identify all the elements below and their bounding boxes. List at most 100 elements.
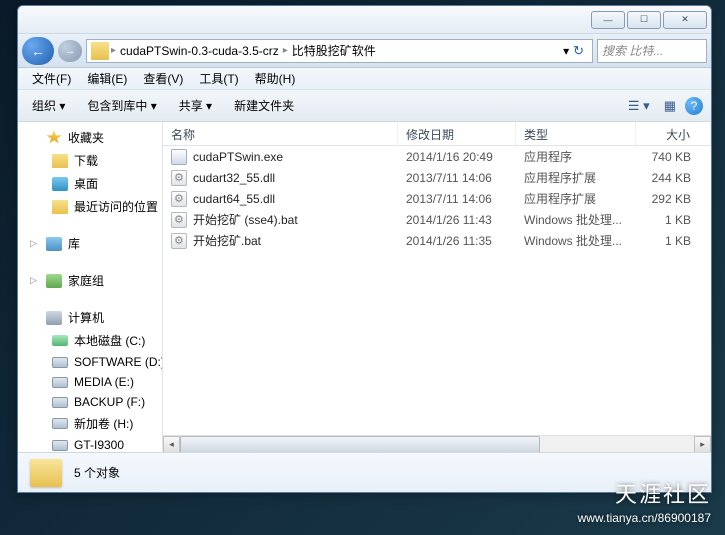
desktop-icon (52, 177, 68, 191)
file-type: 应用程序 (516, 148, 636, 165)
titlebar: — ☐ ✕ (18, 6, 711, 34)
file-row[interactable]: cudart64_55.dll 2013/7/11 14:06 应用程序扩展 2… (163, 188, 711, 209)
horizontal-scrollbar[interactable]: ◂ ▸ (163, 435, 711, 452)
menu-view[interactable]: 查看(V) (135, 68, 191, 89)
menu-help[interactable]: 帮助(H) (247, 68, 304, 89)
library-icon (46, 237, 62, 251)
sidebar-desktop[interactable]: 桌面 (18, 172, 162, 195)
sidebar-label: 桌面 (74, 175, 98, 192)
sidebar-label: GT-I9300 (74, 438, 124, 452)
file-date: 2013/7/11 14:06 (398, 192, 516, 206)
sidebar-label: 计算机 (68, 309, 104, 326)
homegroup-icon (46, 274, 62, 288)
navbar: ← → ▸ cudaPTSwin-0.3-cuda-3.5-crz ▸ 比特股挖… (18, 34, 711, 68)
file-size: 740 KB (636, 150, 711, 164)
breadcrumb-seg-1[interactable]: cudaPTSwin-0.3-cuda-3.5-crz (118, 44, 281, 58)
toolbar-right: ☰ ▾ ▦ ? (623, 96, 703, 116)
breadcrumb-seg-2[interactable]: 比特股挖矿软件 (290, 42, 378, 59)
breadcrumb[interactable]: ▸ cudaPTSwin-0.3-cuda-3.5-crz ▸ 比特股挖矿软件 … (86, 39, 593, 63)
drive-icon (52, 397, 68, 408)
include-library-button[interactable]: 包含到库中 ▾ (81, 94, 162, 117)
watermark: 天涯社区 www.tianya.cn/86900187 (578, 477, 711, 525)
drive-icon (52, 377, 68, 388)
file-pane: 名称 修改日期 类型 大小 cudaPTSwin.exe 2014/1/16 2… (163, 122, 711, 452)
file-name: cudart64_55.dll (193, 192, 275, 206)
menu-edit[interactable]: 编辑(E) (79, 68, 135, 89)
file-row[interactable]: cudart32_55.dll 2013/7/11 14:06 应用程序扩展 2… (163, 167, 711, 188)
scroll-left-button[interactable]: ◂ (163, 436, 180, 453)
file-list: cudaPTSwin.exe 2014/1/16 20:49 应用程序 740 … (163, 146, 711, 435)
sidebar-computer[interactable]: 计算机 (18, 306, 162, 329)
sidebar-libraries[interactable]: ▷ 库 (18, 232, 162, 255)
sidebar-recent[interactable]: 最近访问的位置 (18, 195, 162, 218)
file-type: Windows 批处理... (516, 211, 636, 228)
expand-icon: ▷ (30, 275, 40, 286)
maximize-button[interactable]: ☐ (627, 11, 661, 29)
file-name: 开始挖矿.bat (193, 232, 261, 249)
watermark-title: 天涯社区 (578, 477, 711, 509)
drive-icon (52, 335, 68, 346)
dll-icon (171, 191, 187, 207)
menu-file[interactable]: 文件(F) (24, 68, 79, 89)
preview-pane-button[interactable]: ▦ (659, 96, 681, 116)
organize-button[interactable]: 组织 ▾ (26, 94, 71, 117)
sidebar-drive-h[interactable]: 新加卷 (H:) (18, 412, 162, 435)
sidebar-label: 家庭组 (68, 272, 104, 289)
file-size: 244 KB (636, 171, 711, 185)
explorer-window: — ☐ ✕ ← → ▸ cudaPTSwin-0.3-cuda-3.5-crz … (17, 5, 712, 493)
file-name: 开始挖矿 (sse4).bat (193, 211, 298, 228)
file-type: 应用程序扩展 (516, 190, 636, 207)
file-date: 2014/1/26 11:43 (398, 213, 516, 227)
sidebar-favorites[interactable]: 收藏夹 (18, 126, 162, 149)
search-input[interactable]: 搜索 比特... (597, 39, 707, 63)
sidebar-label: 最近访问的位置 (74, 198, 158, 215)
drive-icon (52, 418, 68, 429)
column-type[interactable]: 类型 (516, 122, 636, 145)
sidebar-label: MEDIA (E:) (74, 375, 134, 389)
sidebar-homegroup[interactable]: ▷ 家庭组 (18, 269, 162, 292)
file-size: 292 KB (636, 192, 711, 206)
menubar: 文件(F) 编辑(E) 查看(V) 工具(T) 帮助(H) (18, 68, 711, 90)
column-name[interactable]: 名称 (163, 122, 398, 145)
sidebar-drive-d[interactable]: SOFTWARE (D:) (18, 352, 162, 372)
sidebar-downloads[interactable]: 下载 (18, 149, 162, 172)
back-button[interactable]: ← (22, 37, 54, 65)
file-size: 1 KB (636, 234, 711, 248)
scroll-track[interactable] (180, 436, 694, 453)
help-button[interactable]: ? (685, 97, 703, 115)
file-type: 应用程序扩展 (516, 169, 636, 186)
sidebar-label: 库 (68, 235, 80, 252)
menu-tools[interactable]: 工具(T) (191, 68, 246, 89)
expand-icon: ▷ (30, 238, 40, 249)
folder-icon (30, 459, 62, 487)
sidebar-label: SOFTWARE (D:) (74, 355, 163, 369)
share-button[interactable]: 共享 ▾ (173, 94, 218, 117)
file-date: 2014/1/16 20:49 (398, 150, 516, 164)
column-date[interactable]: 修改日期 (398, 122, 516, 145)
drive-icon (52, 357, 68, 368)
file-date: 2014/1/26 11:35 (398, 234, 516, 248)
column-size[interactable]: 大小 (636, 122, 711, 145)
scroll-right-button[interactable]: ▸ (694, 436, 711, 453)
sidebar-gt[interactable]: GT-I9300 (18, 435, 162, 452)
new-folder-button[interactable]: 新建文件夹 (228, 94, 300, 117)
view-options-button[interactable]: ☰ ▾ (623, 96, 655, 116)
close-button[interactable]: ✕ (663, 11, 707, 29)
sidebar-label: 下载 (74, 152, 98, 169)
sidebar-drive-f[interactable]: BACKUP (F:) (18, 392, 162, 412)
scroll-thumb[interactable] (180, 436, 540, 453)
file-row[interactable]: 开始挖矿 (sse4).bat 2014/1/26 11:43 Windows … (163, 209, 711, 230)
toolbar: 组织 ▾ 包含到库中 ▾ 共享 ▾ 新建文件夹 ☰ ▾ ▦ ? (18, 90, 711, 122)
dropdown-icon[interactable]: ▾ (563, 44, 569, 58)
file-row[interactable]: 开始挖矿.bat 2014/1/26 11:35 Windows 批处理... … (163, 230, 711, 251)
star-icon (46, 131, 62, 145)
computer-icon (46, 311, 62, 325)
folder-icon (91, 42, 109, 60)
refresh-button[interactable]: ↻ (573, 43, 584, 59)
forward-button[interactable]: → (58, 40, 82, 62)
file-row[interactable]: cudaPTSwin.exe 2014/1/16 20:49 应用程序 740 … (163, 146, 711, 167)
minimize-button[interactable]: — (591, 11, 625, 29)
folder-icon (52, 200, 68, 214)
sidebar-drive-c[interactable]: 本地磁盘 (C:) (18, 329, 162, 352)
sidebar-drive-e[interactable]: MEDIA (E:) (18, 372, 162, 392)
